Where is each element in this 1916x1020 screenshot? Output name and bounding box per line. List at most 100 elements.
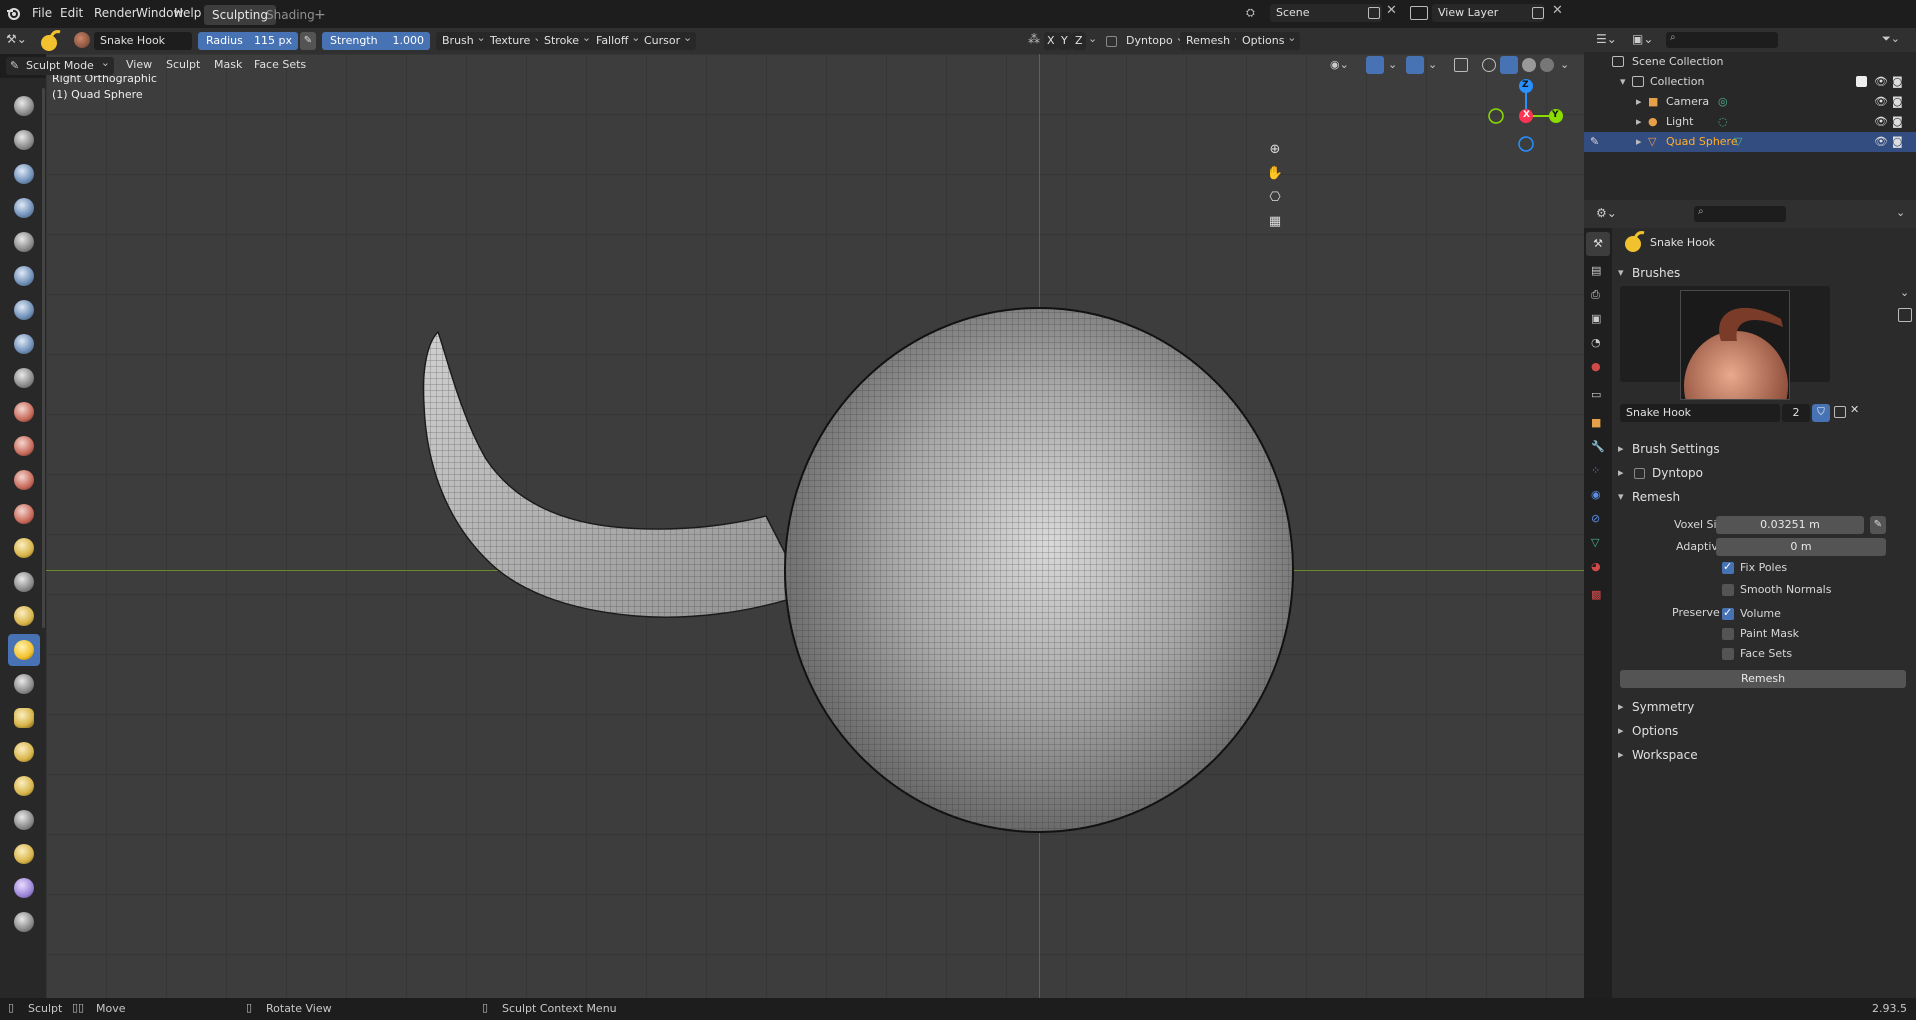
scene-name-field[interactable]: Scene [1270,4,1382,22]
sculpt-mode-indicator-icon[interactable]: ✎ [1590,132,1599,152]
modifier-tab-icon[interactable]: 🔧 [1591,440,1605,453]
brushes-section-header[interactable]: Brushes [1632,266,1680,280]
fill-brush-tool[interactable] [8,464,40,496]
slide-relax-brush-tool[interactable] [8,804,40,836]
delete-scene-icon[interactable]: ✕ [1386,3,1397,18]
outliner-item-camera[interactable]: ▸ ■ Camera ◎ 👁 ◙ [1584,92,1916,112]
draw-brush-tool[interactable] [8,90,40,122]
brush-list-dropdown-icon[interactable]: ⌄ [1900,286,1909,299]
workspace-section[interactable]: Workspace [1632,748,1698,762]
rendered-shading-icon[interactable] [1540,58,1554,72]
cursor-dropdown[interactable]: Cursor [638,29,697,50]
camera-render-icon[interactable]: ◙ [1892,112,1903,132]
3d-viewport[interactable]: Right Orthographic (1) Quad Sphere Z X Y… [46,54,1584,998]
new-scene-icon[interactable] [1368,7,1380,19]
unlink-brush-icon[interactable]: ✕ [1850,403,1859,416]
properties-options-icon[interactable]: ⌄ [1896,206,1905,219]
zoom-icon[interactable]: ⊕ [1264,142,1286,164]
stroke-dropdown[interactable]: Stroke [538,29,596,50]
menu-sculpt[interactable]: Sculpt [166,58,200,71]
collection-tab-icon[interactable]: ▭ [1591,388,1601,401]
brush-preview-icon[interactable] [74,32,90,48]
pinch-brush-tool[interactable] [8,566,40,598]
menu-edit[interactable]: Edit [60,6,83,20]
layer-brush-tool[interactable] [8,260,40,292]
fix-poles-checkbox[interactable] [1722,560,1734,574]
menu-face-sets[interactable]: Face Sets [254,58,306,71]
preserve-paint-mask-checkbox[interactable] [1722,628,1734,640]
blender-logo-icon[interactable] [6,6,20,20]
eyedropper-icon[interactable]: ✎ [1870,516,1886,534]
fake-user-shield-icon[interactable]: ⛉ [1812,404,1830,422]
blob-brush-tool[interactable] [8,328,40,360]
wireframe-shading-icon[interactable] [1482,58,1496,72]
mode-dropdown[interactable]: ✎ Sculpt Mode [6,54,114,75]
falloff-dropdown[interactable]: Falloff [590,29,645,50]
view-layer-icon[interactable] [1410,6,1428,20]
symmetry-section[interactable]: Symmetry [1632,700,1694,714]
options-dropdown[interactable]: Options [1236,29,1301,50]
overlay-dropdown-icon[interactable]: ⌄ [1428,58,1437,71]
quad-sphere-mesh[interactable] [46,54,1584,998]
properties-editor-type-icon[interactable]: ⚙⌄ [1596,206,1617,220]
toolbar-scrollbar[interactable] [42,88,45,628]
menu-render[interactable]: Render [94,6,137,20]
options-arrow-icon[interactable]: ▸ [1618,724,1624,737]
brush-dropdown[interactable]: Brush [436,29,490,50]
grab-brush-tool[interactable] [8,600,40,632]
data-tab-icon[interactable]: ▽ [1591,536,1599,549]
rotate-brush-tool[interactable] [8,770,40,802]
symmetry-z-toggle[interactable]: Z [1072,32,1086,50]
duplicate-brush-icon[interactable] [1834,406,1846,418]
properties-search-field[interactable]: ⌕ [1694,206,1786,222]
material-tab-icon[interactable]: ◕ [1591,560,1601,573]
eye-icon[interactable]: 👁 [1874,112,1888,132]
flatten-brush-tool[interactable] [8,430,40,462]
symmetry-dropdown-icon[interactable]: ⌄ [1088,32,1097,45]
thumb-brush-tool[interactable] [8,668,40,700]
radius-slider[interactable]: Radius 115 px [198,32,298,50]
camera-render-icon[interactable]: ◙ [1892,72,1903,92]
expand-arrow-icon[interactable]: ▸ [1636,132,1642,152]
nudge-brush-tool[interactable] [8,736,40,768]
add-workspace-button[interactable]: + [306,5,334,25]
dyntopo-checkbox[interactable] [1106,36,1117,47]
menu-view[interactable]: View [126,58,152,71]
hand-pan-icon[interactable]: ✋ [1264,166,1286,188]
brush-settings-section[interactable]: Brush Settings [1632,442,1720,456]
object-tab-icon[interactable]: ■ [1591,416,1601,429]
eye-icon[interactable]: 👁 [1874,72,1888,92]
camera-render-icon[interactable]: ◙ [1892,92,1903,112]
smooth-brush-tool[interactable] [8,396,40,428]
scene-icon[interactable]: ⛭ [1246,6,1266,20]
symmetry-x-toggle[interactable]: X [1044,32,1058,50]
tool-tab-icon[interactable]: ⚒ [1586,232,1610,256]
new-view-layer-icon[interactable] [1532,7,1544,19]
world-tab-icon[interactable]: ● [1591,360,1601,373]
boundary-brush-tool[interactable] [8,838,40,870]
particles-tab-icon[interactable]: ⁘ [1591,464,1600,477]
pressure-radius-icon[interactable]: ✎ [300,32,316,50]
expand-arrow-icon[interactable]: ▸ [1636,112,1642,132]
expand-arrow-icon[interactable]: ▸ [1636,92,1642,112]
visibility-icon[interactable]: ◉⌄ [1330,58,1349,71]
menu-help[interactable]: Help [174,6,201,20]
camera-view-icon[interactable]: ⎔ [1264,190,1286,212]
editor-type-icon[interactable]: ⚒⌄ [6,32,32,50]
clay-thumb-brush-tool[interactable] [8,226,40,258]
brushes-collapse-arrow-icon[interactable]: ▾ [1618,266,1624,279]
options-section[interactable]: Options [1632,724,1678,738]
snake-hook-brush-icon[interactable] [38,29,62,53]
material-shading-icon[interactable] [1522,58,1536,72]
view-layer-field[interactable]: View Layer [1432,4,1544,22]
collection-checkbox-icon[interactable] [1856,76,1867,87]
dyntopo-dropdown[interactable]: Dyntopo [1120,29,1189,50]
outliner-collection[interactable]: ▾ Collection 👁 ◙ [1584,72,1916,92]
view-layer-tab-icon[interactable]: ▣ [1591,312,1601,325]
gizmo-dropdown-icon[interactable]: ⌄ [1388,58,1397,71]
preserve-volume-checkbox[interactable] [1722,606,1734,620]
filter-icon[interactable]: ⏷⌄ [1882,32,1900,46]
dyntopo-arrow-icon[interactable]: ▸ [1618,466,1624,479]
outliner-display-mode-icon[interactable]: ▣⌄ [1632,32,1653,46]
collapse-arrow-icon[interactable]: ▾ [1620,72,1626,92]
